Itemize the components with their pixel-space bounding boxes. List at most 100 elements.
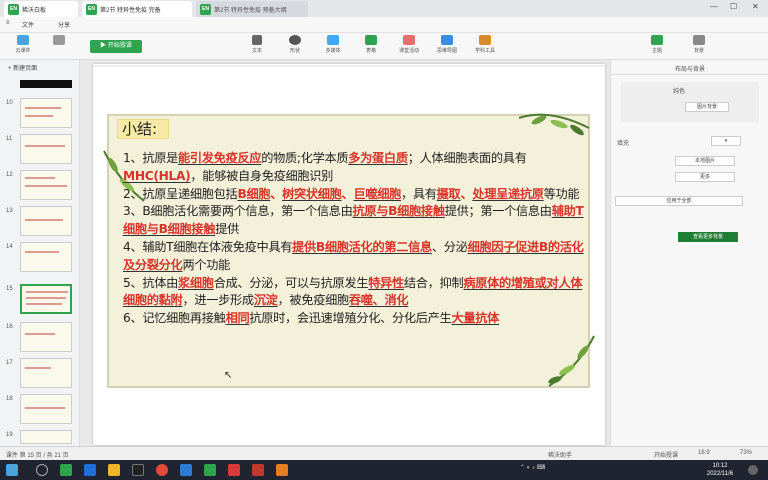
slide-thumbnail[interactable] <box>20 206 72 236</box>
answer-text: 浆细胞 <box>178 275 214 290</box>
document-tab-label: 第2节 特异性免疫 完备 <box>100 7 161 14</box>
notification-icon[interactable] <box>748 465 758 475</box>
wps-icon[interactable] <box>228 464 240 476</box>
slide-thumbnail[interactable] <box>20 98 72 128</box>
start-class-status[interactable]: 开始授课 <box>654 450 678 459</box>
thumbnail-number: 17 <box>6 360 13 366</box>
thumbnail-partial[interactable] <box>20 80 72 88</box>
separator-text: 、 <box>341 186 354 201</box>
leaf-decoration-icon <box>548 335 595 387</box>
answer-text: 处理呈递抗原 <box>472 186 544 201</box>
content-box[interactable]: 小结: 1、抗原是能引发免疫反应的物质;化学本质多为蛋白质；人体细胞表面的具有 M… <box>103 113 595 388</box>
statement-text: 两个功能 <box>182 257 230 272</box>
slide-thumbnail[interactable] <box>20 134 72 164</box>
app-icon[interactable] <box>180 464 192 476</box>
easinote-icon[interactable] <box>204 464 216 476</box>
chrome-icon[interactable] <box>156 464 168 476</box>
new-page-button[interactable]: + 新建页面 <box>8 63 37 72</box>
windows-start-icon[interactable] <box>6 464 18 476</box>
undo-button[interactable] <box>42 35 76 47</box>
slide-thumbnail-panel: + 新建页面 10 11 12 13 14 15 16 17 18 19 <box>0 60 80 446</box>
slide-thumbnail-selected[interactable] <box>20 284 72 314</box>
separator-text: 、 <box>460 186 473 201</box>
statement-text: ，具有 <box>401 186 437 201</box>
slide-heading[interactable]: 小结: <box>117 119 169 139</box>
folder-icon[interactable] <box>108 464 120 476</box>
mindmap-button[interactable]: 思维导图 <box>430 35 464 54</box>
tools-label: 学科工具 <box>474 48 495 54</box>
local-picture-button[interactable]: 本地图片 <box>675 156 735 166</box>
app-icon[interactable] <box>252 464 264 476</box>
media-button[interactable]: 多媒体 <box>316 35 350 54</box>
browser-icon[interactable] <box>84 464 96 476</box>
classroom-activity-button[interactable]: 课堂活动 <box>392 35 426 54</box>
zoom-level[interactable]: 73% <box>740 450 752 456</box>
maximize-icon[interactable]: ☐ <box>730 2 737 11</box>
theme-button[interactable]: 主题 <box>640 35 674 54</box>
background-button[interactable]: 背景 <box>682 35 716 54</box>
statement-text: 3、B细胞活化需要两个信息，第一个信息由 <box>123 204 353 219</box>
text-icon <box>252 35 262 45</box>
app-icon: EN <box>8 3 19 15</box>
slide-thumbnail[interactable] <box>20 170 72 200</box>
menu-icon[interactable]: ≡ <box>6 20 10 26</box>
statement-text: 提供 <box>215 222 239 237</box>
slide-thumbnail[interactable] <box>20 394 72 424</box>
close-icon[interactable]: ✕ <box>752 2 759 11</box>
search-icon[interactable] <box>36 464 48 476</box>
statement-text: 提供；第一个信息由 <box>444 204 552 219</box>
summary-line: 5、抗体由浆细胞合成、分泌，可以与抗原发生特异性结合，抑制病原体的增殖或对人体细… <box>123 275 591 311</box>
answer-text: MHC(HLA) <box>123 168 191 183</box>
minimize-icon[interactable]: — <box>710 2 718 11</box>
answer-text: 巨噬细胞 <box>353 186 401 201</box>
statement-text: ，被免疫细胞 <box>277 293 350 308</box>
text-button[interactable]: 文本 <box>240 35 274 54</box>
start-class-button[interactable]: ▶ 开始授课 <box>90 40 142 53</box>
slide-thumbnail[interactable] <box>20 322 72 352</box>
summary-text-block[interactable]: 1、抗原是能引发免疫反应的物质;化学本质多为蛋白质；人体细胞表面的具有 MHC(H… <box>123 150 591 328</box>
color-select[interactable]: ▾ <box>711 136 741 146</box>
tray-icons[interactable]: ⌃ ◐ ♪ ⌨ <box>520 464 545 471</box>
shape-button[interactable]: 形状 <box>278 35 312 54</box>
thumbnail-number: 16 <box>6 324 13 330</box>
picture-background-button[interactable]: 图片背景 <box>685 102 729 112</box>
document-tab-active[interactable]: EN 第2节 特异性免疫 完备 <box>82 1 192 17</box>
title-bar: EN 稀沃白板 EN 第2节 特异性免疫 完备 EN 第2节 特异性免疫 预备大… <box>0 0 768 17</box>
menu-share[interactable]: 分享 <box>58 20 70 29</box>
wechat-icon[interactable] <box>60 464 72 476</box>
answer-text: 提供B细胞活化的第二信息 <box>292 239 432 254</box>
ratio-select[interactable]: 16:9 <box>698 450 710 456</box>
slide-thumbnail[interactable] <box>20 430 72 444</box>
slide-thumbnail[interactable] <box>20 358 72 388</box>
app-tab[interactable]: EN 稀沃白板 <box>4 1 78 17</box>
table-button[interactable]: 表格 <box>354 35 388 54</box>
more-button[interactable]: 更多 <box>675 172 735 182</box>
statement-text: 6、记忆细胞再接触 <box>123 311 226 326</box>
answer-text: 特异性 <box>368 275 404 290</box>
tiktok-icon[interactable] <box>132 464 144 476</box>
answer-text: 能引发免疫反应 <box>178 151 262 165</box>
summary-line: 6、记忆细胞再接触相同抗原时，会迅速增殖分化、分化后产生大量抗体 <box>123 310 591 328</box>
cloud-button[interactable]: 云课件 <box>6 35 40 54</box>
answer-text: 吞噬、消化 <box>348 293 409 308</box>
clock-date: 2022/11/6 <box>706 471 734 477</box>
properties-panel: 布局与背景 纯色 图片背景 填充 ▾ 本地图片 更多 应用于全部 <box>610 60 768 446</box>
status-bar: 课件 第 15 页 / 共 21 页 稀沃助手 开始授课 16:9 73% <box>0 446 768 460</box>
classroom-label: 课堂活动 <box>398 48 419 54</box>
statement-text: 等功能 <box>543 186 580 201</box>
slide-thumbnail[interactable] <box>20 242 72 272</box>
apply-all-button[interactable]: 应用于全部 <box>615 196 743 206</box>
more-backgrounds-button[interactable]: 查看更多背景 <box>678 232 738 242</box>
helper-button[interactable]: 稀沃助手 <box>548 450 572 459</box>
menu-file[interactable]: 文件 <box>22 20 34 29</box>
system-clock[interactable]: 10:12 2022/11/6 <box>702 462 738 478</box>
subject-tools-button[interactable]: 学科工具 <box>468 35 502 54</box>
document-tab[interactable]: EN 第2节 特异性免疫 预备大纲 <box>196 1 308 17</box>
answer-text: 相同 <box>225 311 250 326</box>
answer-text: 抗原与B细胞接触 <box>352 204 446 219</box>
answer-text: B细胞 <box>237 186 271 201</box>
statement-text: 结合，抑制 <box>403 275 464 290</box>
start-class-label: 开始授课 <box>107 43 132 49</box>
slide[interactable]: 小结: 1、抗原是能引发免疫反应的物质;化学本质多为蛋白质；人体细胞表面的具有 M… <box>93 64 605 445</box>
app-icon[interactable] <box>276 464 288 476</box>
